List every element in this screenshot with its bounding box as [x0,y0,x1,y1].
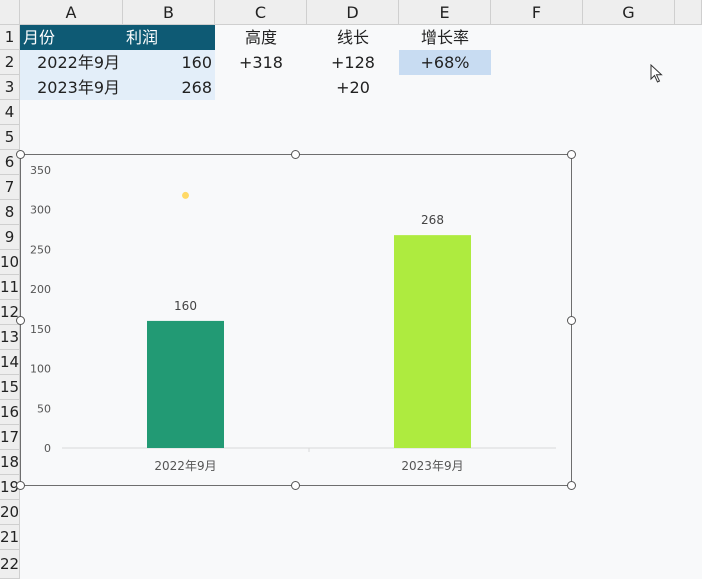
bar-0[interactable] [147,320,224,448]
cell-b2-profit[interactable]: 160 [123,50,215,75]
row-header-8[interactable]: 8 [0,200,20,225]
corner-select-all[interactable] [0,0,20,25]
column-header-d[interactable]: D [307,0,399,25]
data-label-1: 268 [421,213,444,227]
column-header-f[interactable]: F [491,0,583,25]
row-header-18[interactable]: 18 [0,450,20,475]
cell-e1-growth-label[interactable]: 增长率 [399,25,491,50]
marker-point[interactable] [182,191,189,199]
row-header-16[interactable]: 16 [0,400,20,425]
y-tick-label-1: 50 [37,402,51,415]
row-header-5[interactable]: 5 [0,125,20,150]
cell-b3-profit[interactable]: 268 [123,75,215,100]
cell-d3-line-value[interactable]: +20 [307,75,399,100]
cell-d2-line-value[interactable]: +128 [307,50,399,75]
cell-e2-growth-value[interactable]: +68% [399,50,491,75]
header-cell-profit[interactable]: 利润 [123,25,215,50]
bar-chart[interactable]: 0 50 100 150 200 250 300 350 160 268 2022年9月 2023… [20,154,572,486]
row-header-1[interactable]: 1 [0,25,20,50]
row-header-17[interactable]: 17 [0,425,20,450]
row-header-10[interactable]: 10 [0,250,20,275]
category-label-1: 2023年9月 [401,459,463,473]
column-header-e[interactable]: E [399,0,491,25]
data-label-0: 160 [174,299,197,313]
y-tick-label-7: 350 [30,164,51,177]
column-header-a[interactable]: A [20,0,123,25]
row-header-15[interactable]: 15 [0,375,20,400]
row-header-11[interactable]: 11 [0,275,20,300]
column-header-g[interactable]: G [583,0,675,25]
y-tick-label-5: 250 [30,243,51,256]
row-header-9[interactable]: 9 [0,225,20,250]
cell-c2-height-value[interactable]: +318 [215,50,307,75]
mouse-pointer-icon [650,64,663,83]
row-header-20[interactable]: 20 [0,500,20,525]
row-header-7[interactable]: 7 [0,175,20,200]
row-header-22[interactable]: 22 [0,550,20,579]
row-header-14[interactable]: 14 [0,350,20,375]
x-axis: 2022年9月 2023年9月 [154,448,464,473]
column-header-b[interactable]: B [123,0,215,25]
row-header-21[interactable]: 21 [0,525,20,550]
bars-group [147,191,471,448]
bar-1[interactable] [394,235,471,448]
cell-c1-height-label[interactable]: 高度 [215,25,307,50]
y-tick-label-4: 200 [30,283,51,296]
y-tick-label-0: 0 [44,442,51,455]
cell-d1-line-label[interactable]: 线长 [307,25,399,50]
column-header-h[interactable] [675,0,702,25]
y-axis: 0 50 100 150 200 250 300 350 [30,164,51,455]
row-header-3[interactable]: 3 [0,75,20,100]
row-header-13[interactable]: 13 [0,325,20,350]
y-tick-label-6: 300 [30,204,51,217]
header-cell-month[interactable]: 月份 [20,25,123,50]
row-header-4[interactable]: 4 [0,100,20,125]
category-label-0: 2022年9月 [154,459,216,473]
y-tick-label-2: 100 [30,363,51,376]
cell-a2-month[interactable]: 2022年9月 [20,50,123,75]
y-tick-label-3: 150 [30,323,51,336]
column-header-c[interactable]: C [215,0,307,25]
cell-a3-month[interactable]: 2023年9月 [20,75,123,100]
row-header-2[interactable]: 2 [0,50,20,75]
